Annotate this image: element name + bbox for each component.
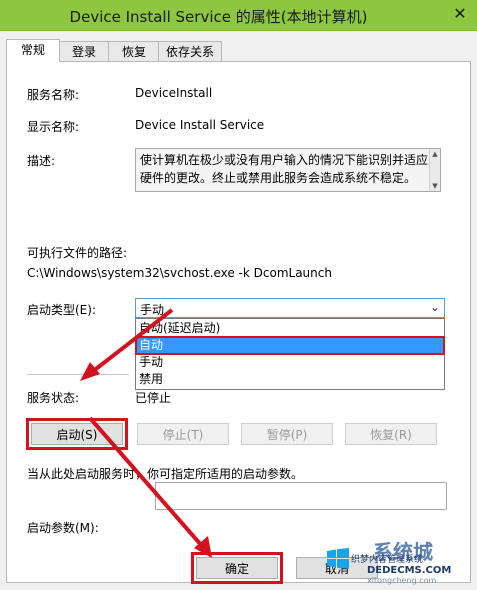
description-box[interactable]: 使计算机在极少或没有用户输入的情况下能识别并适应硬件的更改。终止或禁用此服务会造… (135, 148, 441, 192)
service-name-value: DeviceInstall (135, 86, 213, 100)
path-value: C:\Windows\system32\svchost.exe -k DcomL… (27, 266, 332, 280)
scroll-up-icon[interactable]: ▲ (430, 149, 440, 159)
stop-button[interactable]: 停止(T) (137, 423, 229, 445)
option-manual[interactable]: 手动 (136, 354, 444, 371)
resume-button[interactable]: 恢复(R) (345, 423, 437, 445)
description-text: 使计算机在极少或没有用户输入的情况下能识别并适应硬件的更改。终止或禁用此服务会造… (140, 153, 429, 185)
service-name-label: 服务名称: (27, 88, 80, 102)
tab-general[interactable]: 常规 (6, 39, 60, 62)
ok-button[interactable]: 确定 (191, 552, 283, 584)
tab-dependencies[interactable]: 依存关系 (158, 41, 222, 62)
description-scrollbar[interactable]: ▲ ▼ (429, 149, 440, 191)
watermark: 系统城 织梦内容管理系统 DEDECMS.COM xitongcheng.com (323, 534, 473, 586)
option-disabled[interactable]: 禁用 (136, 371, 444, 388)
display-name-label: 显示名称: (27, 120, 80, 134)
startup-type-select[interactable]: 手动 ⌄ (135, 298, 445, 318)
close-icon[interactable]: ✕ (449, 4, 471, 24)
tab-logon[interactable]: 登录 (58, 41, 110, 62)
display-name-value: Device Install Service (135, 118, 265, 132)
startup-type-dropdown[interactable]: 自动(延迟启动) 自动 手动 禁用 (135, 318, 445, 390)
service-status-label: 服务状态: (27, 391, 80, 405)
watermark-line3: xitongcheng.com (367, 576, 437, 585)
windows-logo-icon (327, 548, 349, 569)
start-params-label: 启动参数(M): (27, 521, 99, 535)
watermark-line2: DEDECMS.COM (367, 565, 452, 576)
tab-recovery[interactable]: 恢复 (108, 41, 160, 62)
chevron-down-icon[interactable]: ⌄ (430, 300, 440, 314)
option-auto[interactable]: 自动 (135, 336, 445, 355)
service-status-value: 已停止 (135, 391, 172, 405)
startup-type-value: 手动 (140, 303, 165, 317)
start-params-input[interactable] (155, 482, 447, 510)
watermark-line1: 织梦内容管理系统 (351, 555, 424, 565)
dialog-frame: 常规 登录 恢复 依存关系 服务名称: DeviceInstall 显示名称: … (0, 31, 477, 590)
general-panel: 服务名称: DeviceInstall 显示名称: Device Install… (6, 61, 471, 583)
start-button[interactable]: 启动(S) (26, 418, 128, 450)
option-auto-delayed[interactable]: 自动(延迟启动) (136, 320, 444, 337)
pause-button[interactable]: 暂停(P) (241, 423, 333, 445)
divider (27, 374, 129, 375)
window-title: Device Install Service 的属性(本地计算机) (69, 8, 368, 26)
startup-type-label: 启动类型(E): (27, 303, 96, 317)
title-bar: Device Install Service 的属性(本地计算机) ✕ (0, 0, 477, 31)
path-label: 可执行文件的路径: (27, 246, 128, 260)
hint-text: 当从此处启动服务时，你可指定所适用的启动参数。 (27, 467, 304, 481)
description-label: 描述: (27, 154, 56, 168)
scroll-down-icon[interactable]: ▼ (430, 181, 440, 191)
